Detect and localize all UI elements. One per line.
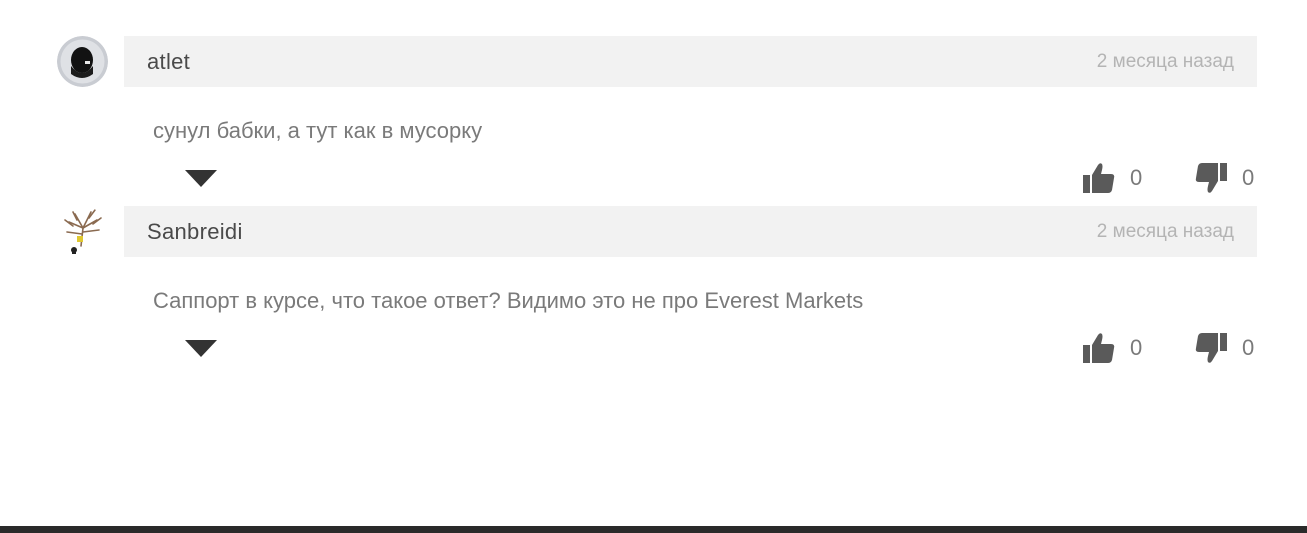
expand-replies-button[interactable] — [185, 340, 217, 358]
dislike-button[interactable]: 0 — [1194, 160, 1254, 196]
dislike-count: 0 — [1242, 165, 1255, 190]
comment-text: сунул бабки, а тут как в мусорку — [153, 118, 483, 143]
comment-timestamp: 2 месяца назад — [1096, 51, 1234, 72]
like-count: 0 — [1130, 165, 1143, 190]
thumbs-up-icon — [1083, 333, 1115, 363]
avatar[interactable] — [57, 206, 108, 257]
comment-author[interactable]: atlet — [147, 36, 190, 87]
comments-page: atlet 2 месяца назад сунул бабки, а тут … — [0, 0, 1307, 533]
dislike-button[interactable]: 0 — [1194, 330, 1254, 366]
expand-replies-button[interactable] — [185, 170, 217, 188]
thumbs-down-icon — [1195, 163, 1227, 193]
comment-header: atlet 2 месяца назад — [124, 36, 1257, 87]
avatar-image — [57, 206, 108, 257]
comment-item: Sanbreidi 2 месяца назад Саппорт в курсе… — [0, 206, 1307, 366]
like-count: 0 — [1130, 335, 1143, 360]
avatar-image — [57, 36, 108, 87]
caret-down-icon — [185, 170, 217, 187]
comment-header: Sanbreidi 2 месяца назад — [124, 206, 1257, 257]
thumbs-down-icon — [1195, 333, 1227, 363]
footer-bar — [0, 526, 1307, 533]
avatar[interactable] — [57, 36, 108, 87]
comment-item: atlet 2 месяца назад сунул бабки, а тут … — [0, 36, 1307, 196]
like-button[interactable]: 0 — [1082, 330, 1142, 366]
comment-text: Саппорт в курсе, что такое ответ? Видимо… — [153, 288, 864, 313]
dislike-count: 0 — [1242, 335, 1255, 360]
thumbs-up-icon — [1083, 163, 1115, 193]
like-button[interactable]: 0 — [1082, 160, 1142, 196]
caret-down-icon — [185, 340, 217, 357]
comment-timestamp: 2 месяца назад — [1096, 221, 1234, 242]
comment-author[interactable]: Sanbreidi — [147, 206, 243, 257]
